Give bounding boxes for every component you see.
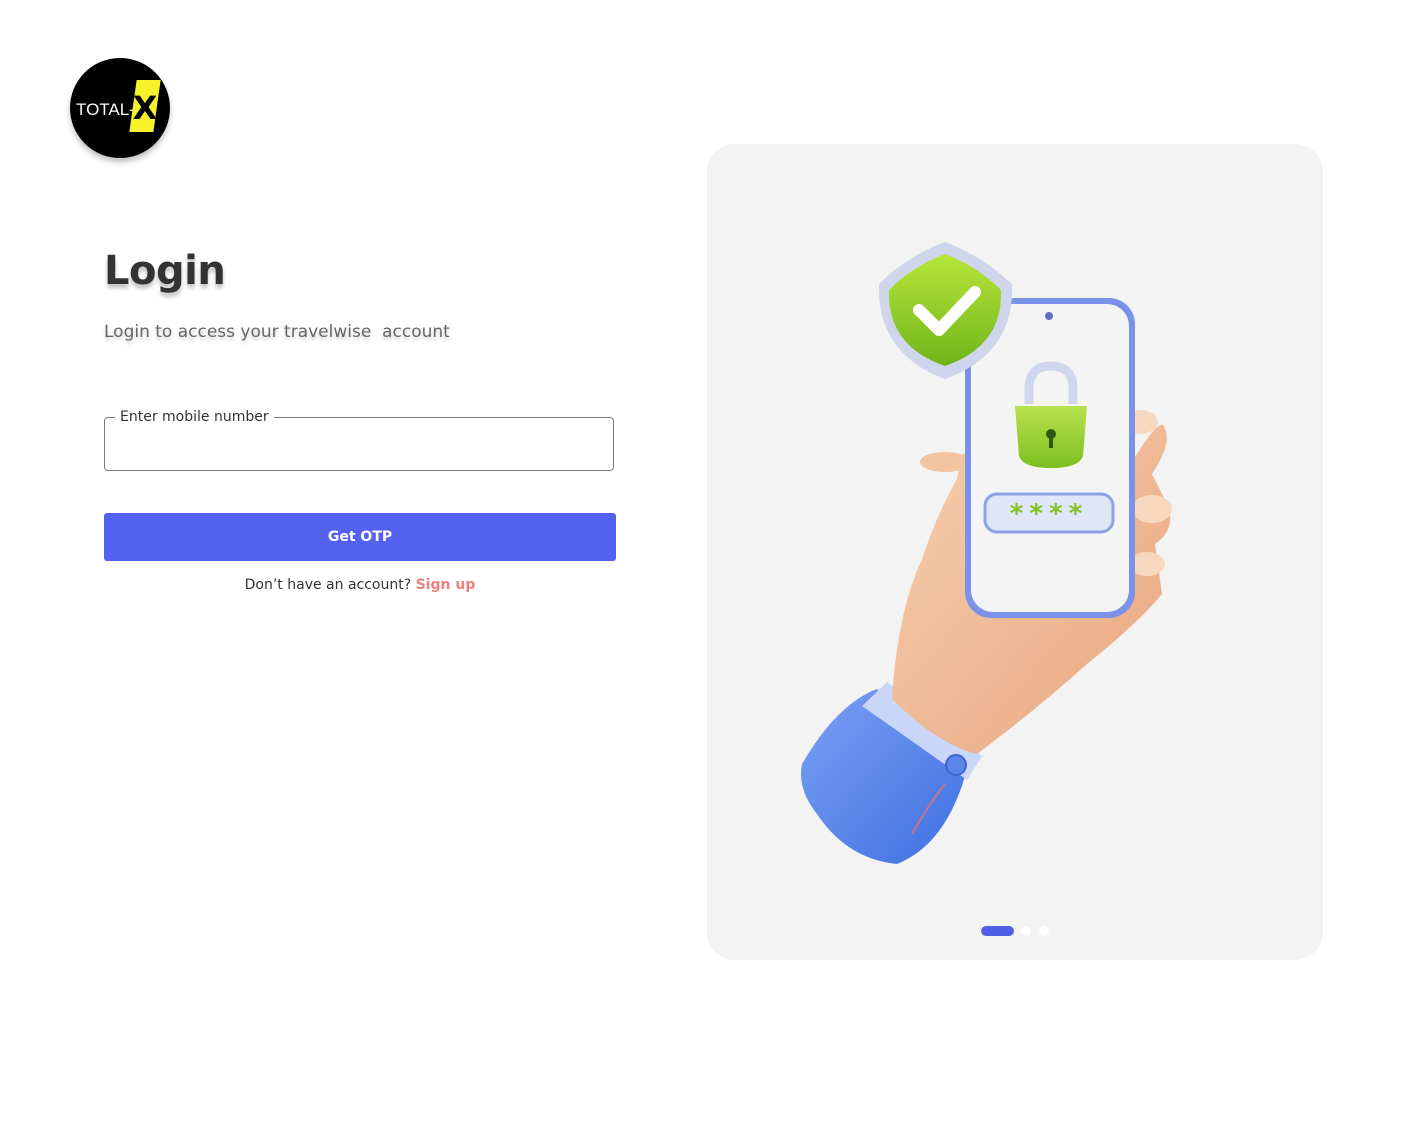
signup-prompt: Don’t have an account? Sign up — [104, 577, 616, 593]
brand-logo: TOTAL- X — [70, 58, 170, 158]
no-account-text: Don’t have an account? — [244, 577, 412, 593]
signup-link[interactable]: Sign up — [416, 577, 476, 593]
get-otp-button[interactable]: Get OTP — [104, 513, 616, 561]
mobile-number-label: Enter mobile number — [115, 408, 274, 426]
carousel-dot-2[interactable] — [1021, 926, 1031, 936]
illustration-panel: **** — [707, 144, 1323, 960]
carousel-dot-1[interactable] — [981, 926, 1014, 936]
logo-text: TOTAL- — [76, 100, 135, 119]
carousel-indicator — [981, 926, 1057, 936]
mobile-number-field[interactable]: Enter mobile number — [104, 408, 614, 471]
carousel-dot-3[interactable] — [1039, 926, 1049, 936]
page-subtitle: Login to access your travelwise account — [104, 322, 450, 342]
password-mask-text: **** — [1010, 499, 1088, 529]
security-illustration: **** — [801, 242, 1172, 864]
logo-mark: X — [132, 89, 158, 127]
page-title: Login — [104, 248, 226, 294]
